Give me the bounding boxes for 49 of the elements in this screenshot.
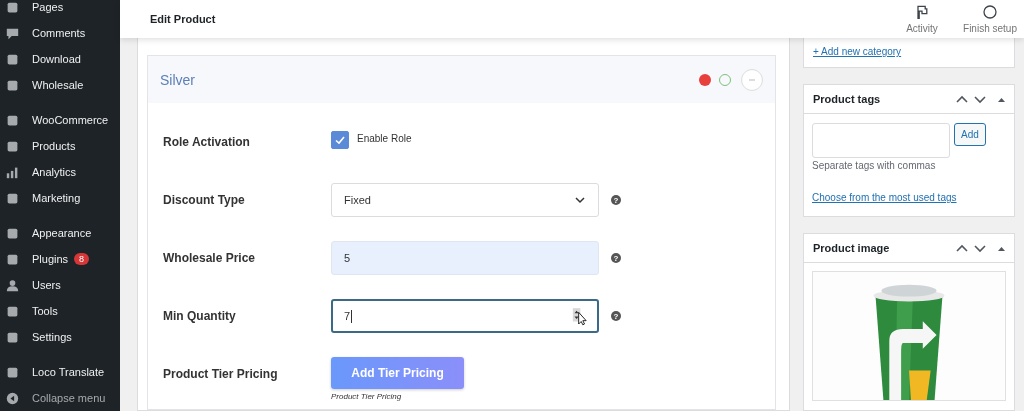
checkmark-icon xyxy=(334,134,346,146)
help-icon[interactable]: ? xyxy=(611,311,621,321)
sidebar-item[interactable]: Marketing xyxy=(0,185,120,211)
sidebar-item[interactable]: Settings xyxy=(0,324,120,350)
sidebar-item[interactable]: Appearance xyxy=(0,220,120,246)
panel-controls-icon[interactable] xyxy=(956,93,1006,105)
sidebar-item[interactable]: Users xyxy=(0,272,120,298)
sidebar-item[interactable]: Comments xyxy=(0,20,120,46)
checkbox-label: Enable Role xyxy=(357,133,412,144)
circle-icon xyxy=(982,4,998,20)
field-label: Product Tier Pricing xyxy=(163,366,279,381)
tag-hint: Separate tags with commas xyxy=(812,160,936,171)
sidebar-item[interactable]: Analytics xyxy=(0,159,120,185)
panel-controls-icon[interactable] xyxy=(956,242,1006,254)
sidebar-item[interactable]: Collapse menu xyxy=(0,385,120,411)
page-title: Edit Product xyxy=(150,13,217,25)
flag-icon xyxy=(914,4,930,20)
sidebar-item[interactable]: Wholesale xyxy=(0,72,120,98)
tag-input-field[interactable] xyxy=(812,123,950,158)
sidebar-item[interactable]: Plugins 8 xyxy=(0,246,120,272)
button-caption: Product Tier Pricing xyxy=(331,392,403,401)
field-label: Role Activation xyxy=(163,134,251,149)
header-action-button[interactable]: Finish setup xyxy=(960,4,1020,34)
field-label: Discount Type xyxy=(163,192,246,207)
add-category-link[interactable]: + Add new category xyxy=(813,46,902,57)
field-label: Wholesale Price xyxy=(163,250,257,265)
sidebar-item[interactable]: Products xyxy=(0,133,120,159)
collapse-icon xyxy=(6,391,19,405)
header-action-button[interactable]: Activity xyxy=(894,4,950,34)
update-count-badge: 8 xyxy=(74,253,90,265)
discount-type-select[interactable]: Fixed xyxy=(331,183,599,217)
add-tag-button[interactable]: Add xyxy=(954,123,986,146)
sidebar-item[interactable]: Download xyxy=(0,46,120,72)
sidebar-item[interactable]: Tools xyxy=(0,298,120,324)
help-icon[interactable]: ? xyxy=(611,195,621,205)
panel-title: Product tags xyxy=(813,93,882,105)
status-dot xyxy=(699,73,711,86)
sidebar-item[interactable]: Loco Translate xyxy=(0,359,120,385)
input-field[interactable]: 5 xyxy=(331,241,599,275)
help-icon[interactable]: ? xyxy=(611,253,621,263)
sidebar-item[interactable]: Pages xyxy=(0,0,120,20)
sidebar-item[interactable]: WooCommerce xyxy=(0,107,120,133)
chevron-down-icon xyxy=(574,194,586,206)
checkbox[interactable] xyxy=(331,131,349,149)
input-field[interactable]: 7 xyxy=(331,299,599,333)
field-label: Min Quantity xyxy=(163,308,237,323)
most-used-tags-link[interactable]: Choose from the most used tags xyxy=(812,192,957,203)
panel-title: Product image xyxy=(813,242,891,254)
role-title: Silver xyxy=(160,71,196,88)
